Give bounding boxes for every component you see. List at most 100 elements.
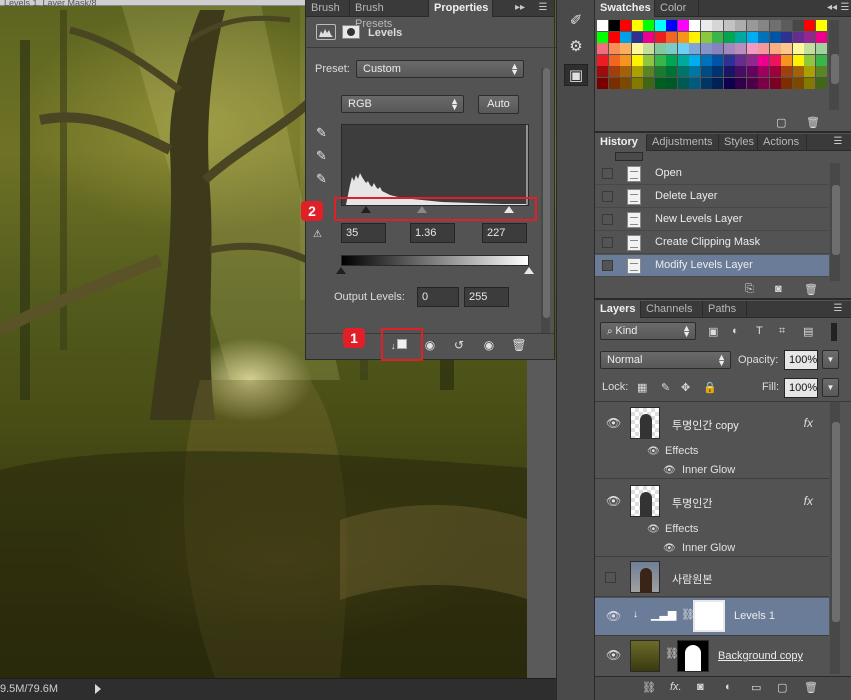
tab-history[interactable]: History (595, 134, 647, 151)
color-swatch[interactable] (712, 43, 723, 54)
color-swatch[interactable] (815, 66, 827, 77)
delete-trash-icon[interactable]: 🗑 (804, 283, 818, 296)
color-swatch[interactable] (769, 66, 781, 77)
layer-mask-thumbnail[interactable] (677, 640, 709, 672)
tab-adjustments[interactable]: Adjustments (647, 134, 719, 151)
layer-row[interactable]: 👁 ⛓ Background copy (595, 637, 829, 674)
color-swatch[interactable] (792, 31, 804, 43)
layer-name[interactable]: 투명인간 copy (672, 417, 739, 433)
tab-layers[interactable]: Layers (595, 301, 641, 318)
delete-trash-icon[interactable]: 🗑 (509, 337, 529, 353)
color-swatch[interactable] (689, 20, 700, 31)
output-white-field[interactable]: 255 (464, 287, 509, 307)
fill-slider-button[interactable]: ▼ (822, 378, 839, 397)
color-swatch[interactable] (712, 77, 723, 89)
tab-brush-presets[interactable]: Brush Presets (350, 0, 429, 30)
visibility-eye-icon[interactable]: 👁 (606, 494, 621, 508)
delete-trash-icon[interactable]: 🗑 (806, 116, 820, 129)
color-swatch[interactable] (746, 31, 758, 43)
color-swatch[interactable] (608, 66, 620, 77)
color-swatch[interactable] (804, 31, 815, 43)
color-swatch[interactable] (666, 77, 677, 89)
color-swatch[interactable] (758, 31, 769, 43)
input-black-field[interactable]: 35 (341, 223, 386, 243)
visibility-off-box[interactable] (605, 572, 616, 583)
color-swatch[interactable] (689, 66, 700, 77)
color-swatch[interactable] (735, 20, 746, 31)
color-swatch[interactable] (654, 77, 666, 89)
color-swatch[interactable] (608, 54, 620, 66)
properties-scroll-thumb[interactable] (543, 68, 550, 318)
color-swatch[interactable] (700, 77, 712, 89)
color-swatch[interactable] (792, 54, 804, 66)
history-item[interactable]: Create Clipping Mask (595, 232, 829, 254)
history-source-checkbox[interactable] (602, 237, 613, 248)
history-item-selected[interactable]: Modify Levels Layer (595, 255, 829, 277)
tab-swatches[interactable]: Swatches (595, 0, 655, 17)
output-black-field[interactable]: 0 (417, 287, 459, 307)
filter-pixel-icon[interactable]: ▣ (708, 325, 718, 338)
color-swatch[interactable] (597, 31, 608, 43)
color-swatch[interactable] (689, 31, 700, 43)
color-swatch[interactable] (712, 54, 723, 66)
color-swatch[interactable] (792, 77, 804, 89)
color-swatch[interactable] (666, 20, 677, 31)
color-swatch[interactable] (804, 77, 815, 89)
color-swatch[interactable] (620, 77, 631, 89)
color-swatch[interactable] (746, 66, 758, 77)
history-item[interactable]: Open (595, 163, 829, 185)
color-swatch[interactable] (758, 77, 769, 89)
color-swatch[interactable] (769, 20, 781, 31)
add-style-fx-icon[interactable]: fx. (670, 681, 682, 693)
color-swatch[interactable] (700, 31, 712, 43)
color-swatch[interactable] (666, 31, 677, 43)
history-source-checkbox[interactable] (602, 214, 613, 225)
color-swatch[interactable] (654, 54, 666, 66)
color-swatch[interactable] (712, 66, 723, 77)
color-swatch[interactable] (735, 54, 746, 66)
new-adjustment-layer-icon[interactable]: ◐ (725, 681, 732, 693)
color-swatch[interactable] (700, 66, 712, 77)
color-swatch[interactable] (792, 43, 804, 54)
color-swatch[interactable] (689, 43, 700, 54)
fx-icon[interactable]: fx (804, 416, 813, 430)
clipping-warning-icon[interactable]: ⚠ (313, 229, 335, 243)
layer-row[interactable]: 👁 투명인간 fx 👁 Effects 👁 Inner Glow (595, 480, 829, 557)
color-swatch[interactable] (631, 31, 643, 43)
new-document-from-state-icon[interactable]: ⎘ (745, 283, 754, 296)
filter-kind-dropdown[interactable]: ⌕ Kind ▲ ▼ (600, 322, 696, 340)
color-swatch[interactable] (643, 31, 654, 43)
color-swatch[interactable] (804, 43, 815, 54)
color-swatch[interactable] (792, 66, 804, 77)
color-swatch[interactable] (597, 43, 608, 54)
history-source-checkbox[interactable] (602, 168, 613, 179)
color-swatch[interactable] (758, 54, 769, 66)
color-swatch[interactable] (746, 77, 758, 89)
new-group-folder-icon[interactable]: ▭ (751, 681, 761, 694)
history-source-checkbox[interactable] (602, 260, 613, 271)
color-swatch[interactable] (677, 31, 689, 43)
color-swatch[interactable] (654, 20, 666, 31)
color-swatch[interactable] (620, 31, 631, 43)
color-swatch[interactable] (597, 20, 608, 31)
color-swatch[interactable] (746, 43, 758, 54)
color-swatch[interactable] (746, 54, 758, 66)
color-swatch[interactable] (769, 43, 781, 54)
effects-visibility-eye-icon[interactable]: 👁 (647, 446, 660, 457)
color-swatch[interactable] (781, 77, 792, 89)
color-swatch[interactable] (815, 20, 827, 31)
color-swatch[interactable] (654, 43, 666, 54)
color-swatch[interactable] (666, 54, 677, 66)
fill-field[interactable]: 100% (784, 378, 818, 398)
color-swatch[interactable] (643, 20, 654, 31)
color-swatch[interactable] (758, 20, 769, 31)
gray-point-eyedropper-icon[interactable]: ✎ (316, 148, 330, 164)
delete-trash-icon[interactable]: 🗑 (804, 681, 818, 694)
inner-glow-visibility-eye-icon[interactable]: 👁 (663, 465, 676, 476)
color-swatch[interactable] (677, 20, 689, 31)
tab-properties[interactable]: Properties (429, 0, 493, 17)
snapshot-thumbnail[interactable] (615, 152, 643, 161)
color-swatch[interactable] (792, 20, 804, 31)
layer-row-selected[interactable]: 👁 ↓ ▁▃▆ ⛓ Levels 1 (595, 598, 829, 636)
color-swatch[interactable] (654, 66, 666, 77)
